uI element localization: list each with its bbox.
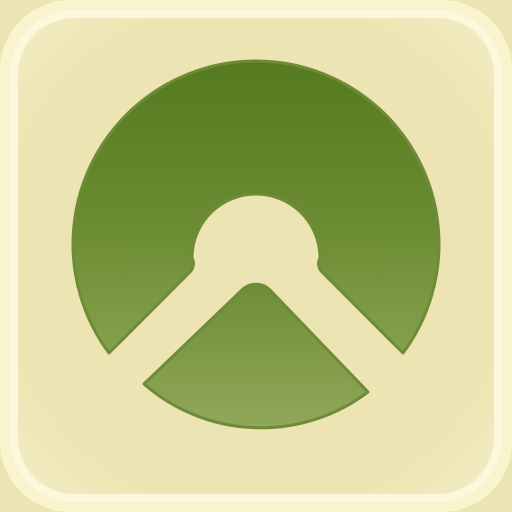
app-icon-svg bbox=[0, 0, 512, 512]
app-icon bbox=[0, 0, 512, 512]
